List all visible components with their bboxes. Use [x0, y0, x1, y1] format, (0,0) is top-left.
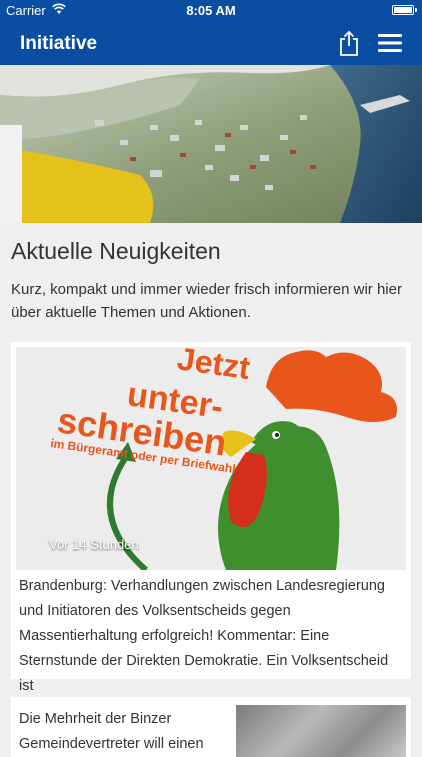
news-card[interactable]: Jetzt unter- schreiben im Bürgeramt oder…: [11, 342, 411, 694]
section-intro: Kurz, kompakt und immer wieder frisch in…: [11, 281, 402, 321]
news-time: Vor 14 Stunden: [49, 537, 139, 552]
menu-icon[interactable]: [378, 34, 402, 52]
nav-title: Initiative: [20, 33, 98, 54]
section-heading: Aktuelle Neuigkeiten: [11, 238, 221, 264]
share-icon[interactable]: [337, 30, 361, 56]
news-text: Brandenburg: Verhandlungen zwischen Land…: [19, 578, 389, 694]
nav-bar: Initiative: [0, 22, 422, 65]
news-thumbnail: [236, 705, 406, 757]
news-card[interactable]: Die Mehrheit der Binzer Gemeindevertrete…: [11, 697, 411, 757]
hero-image: [0, 65, 422, 223]
status-bar: Carrier 8:05 AM: [0, 0, 422, 22]
news-image: Jetzt unter- schreiben im Bürgeramt oder…: [16, 347, 406, 570]
status-time: 8:05 AM: [186, 3, 236, 18]
battery-icon: [392, 5, 417, 15]
